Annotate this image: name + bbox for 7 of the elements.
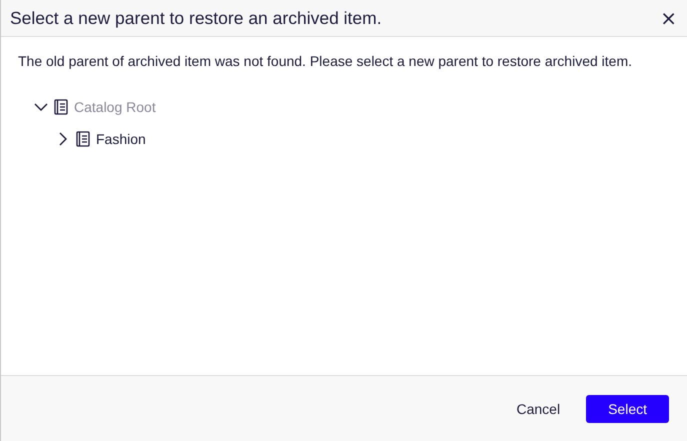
- select-button[interactable]: Select: [586, 394, 669, 422]
- book-icon: [76, 131, 90, 147]
- dialog-title: Select a new parent to restore an archived item.: [10, 8, 382, 28]
- book-icon: [54, 99, 68, 115]
- cancel-button[interactable]: Cancel: [516, 394, 560, 422]
- close-button[interactable]: ×: [660, 8, 677, 28]
- message-text: The old parent of archived item was not found. Please select a new parent to restore archived item.: [18, 53, 633, 69]
